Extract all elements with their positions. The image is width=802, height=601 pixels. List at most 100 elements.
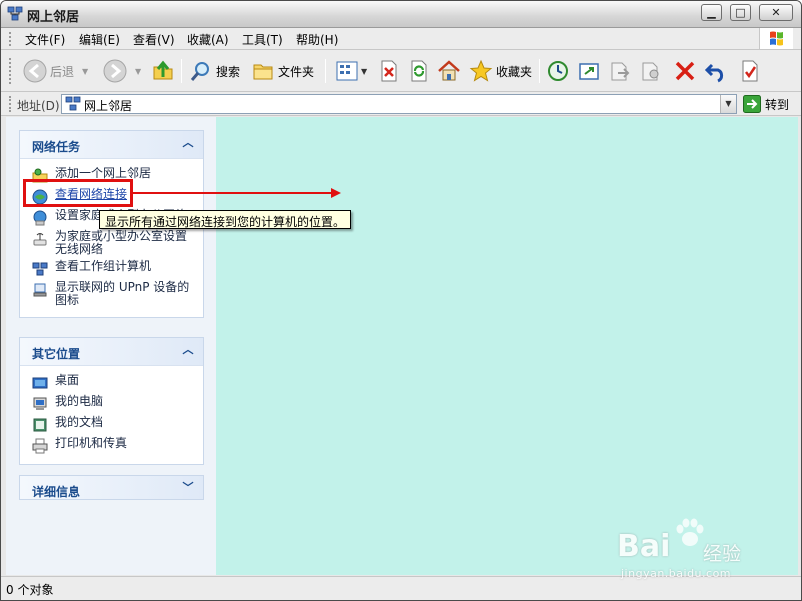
address-bar: 地址(D) 网上邻居 ▼ 转到	[1, 92, 801, 116]
toolbar: 后退 ▼ ▼ 搜索 文件夹 ▼ 收藏夹	[1, 50, 801, 92]
maximize-button[interactable]: □	[730, 4, 751, 21]
check-button[interactable]	[738, 57, 762, 85]
address-grip[interactable]	[9, 96, 12, 112]
place-label: 桌面	[55, 373, 80, 387]
address-label: 地址(D)	[17, 99, 60, 113]
close-icon: ✕	[771, 6, 781, 19]
other-places-panel: 其它位置 ︿ 桌面 我的电脑 我的文档 打印机和传真	[19, 337, 204, 465]
task-setup-wireless-network[interactable]: 为家庭或小型办公室设置无线网络	[32, 230, 195, 256]
expand-chevron-icon[interactable]: ﹀	[181, 481, 195, 495]
menu-edit[interactable]: 编辑(E)	[79, 31, 120, 48]
delete-button[interactable]	[673, 57, 697, 85]
favorites-button[interactable]: 收藏夹	[469, 57, 532, 85]
back-button[interactable]: 后退 ▼	[23, 57, 88, 85]
place-printers-and-faxes[interactable]: 打印机和传真	[32, 437, 195, 454]
forward-button[interactable]: ▼	[103, 57, 141, 85]
address-input[interactable]: 网上邻居 ▼	[61, 94, 737, 114]
annotation-arrow-line	[133, 192, 333, 194]
place-label: 我的电脑	[55, 394, 104, 408]
copy-to-button[interactable]	[608, 57, 632, 85]
network-places-icon	[7, 6, 23, 21]
collapse-chevron-icon[interactable]: ︿	[181, 343, 195, 357]
refresh-icon	[411, 60, 427, 82]
home-button[interactable]	[437, 57, 461, 85]
menu-view[interactable]: 查看(V)	[133, 31, 175, 48]
go-arrow-icon	[743, 95, 761, 113]
delete-file-button[interactable]	[377, 57, 401, 85]
task-view-workgroup-computers[interactable]: 查看工作组计算机	[32, 260, 195, 277]
watermark-subtitle: 经验	[703, 543, 742, 565]
watermark-url: jingyan.baidu.com	[621, 567, 732, 580]
undo-icon	[704, 63, 724, 83]
other-places-list: 桌面 我的电脑 我的文档 打印机和传真	[20, 366, 203, 464]
task-label: 显示联网的 UPnP 设备的图标	[55, 280, 190, 307]
forward-dropdown-icon[interactable]: ▼	[135, 67, 141, 76]
move-to-icon	[579, 63, 599, 80]
menu-grip[interactable]	[9, 32, 12, 46]
paw-icon	[676, 518, 704, 546]
collapse-chevron-icon[interactable]: ︿	[181, 136, 195, 150]
task-show-upnp-devices[interactable]: 显示联网的 UPnP 设备的图标	[32, 281, 195, 307]
watermark: Bai 经验 jingyan.baidu.com	[613, 513, 783, 583]
chevron-down-icon: ▼	[725, 99, 732, 108]
folder-icon	[253, 64, 273, 80]
views-dropdown-icon[interactable]: ▼	[361, 67, 367, 76]
network-places-icon	[65, 96, 81, 111]
search-button[interactable]: 搜索	[189, 57, 240, 85]
history-button[interactable]	[546, 57, 570, 85]
menu-file[interactable]: 文件(F)	[25, 31, 65, 48]
network-tasks-header[interactable]: 网络任务 ︿	[20, 131, 203, 159]
other-places-title: 其它位置	[32, 347, 81, 361]
my-documents-icon	[33, 418, 47, 432]
back-dropdown-icon[interactable]: ▼	[82, 67, 88, 76]
annotation-arrow-head	[331, 188, 341, 198]
go-button[interactable]: 转到	[743, 94, 789, 114]
watermark-brand: Bai	[617, 529, 671, 564]
network-tasks-title: 网络任务	[32, 140, 81, 154]
my-computer-icon	[33, 397, 47, 410]
annotation-highlight-box	[23, 179, 133, 207]
upnp-device-icon	[33, 283, 47, 297]
history-clock-icon	[548, 61, 568, 81]
file-list-area[interactable]	[216, 117, 798, 575]
star-icon	[469, 59, 493, 82]
task-label: 为家庭或小型办公室设置无线网络	[55, 229, 188, 256]
menu-favorites[interactable]: 收藏(A)	[187, 31, 229, 48]
toolbar-separator	[325, 59, 326, 83]
workgroup-computers-icon	[32, 262, 48, 276]
menu-help[interactable]: 帮助(H)	[296, 31, 338, 48]
copy-to-icon	[611, 62, 630, 81]
toolbar-grip[interactable]	[9, 58, 12, 84]
toolbar-separator	[539, 59, 540, 83]
up-folder-button[interactable]	[151, 57, 175, 85]
back-arrow-icon	[23, 59, 47, 83]
place-my-documents[interactable]: 我的文档	[32, 416, 195, 433]
address-dropdown-button[interactable]: ▼	[720, 95, 736, 113]
other-places-header[interactable]: 其它位置 ︿	[20, 338, 203, 366]
details-header[interactable]: 详细信息 ﹀	[20, 476, 203, 499]
forward-arrow-icon	[103, 59, 127, 83]
minimize-icon: ▁	[707, 6, 716, 19]
windows-logo	[759, 28, 793, 49]
delete-x-icon	[675, 61, 695, 81]
move-to-button[interactable]	[577, 57, 601, 85]
windows-flag-icon	[770, 31, 783, 46]
explorer-window: 网上邻居 ▁ □ ✕ 文件(F) 编辑(E) 查看(V) 收藏(A) 工具(T)…	[0, 0, 802, 601]
address-value: 网上邻居	[84, 99, 133, 113]
toolbar-separator	[181, 59, 182, 83]
properties-button[interactable]	[639, 57, 663, 85]
place-desktop[interactable]: 桌面	[32, 374, 195, 391]
folders-label: 文件夹	[278, 64, 315, 79]
place-my-computer[interactable]: 我的电脑	[32, 395, 195, 412]
menu-tools[interactable]: 工具(T)	[242, 31, 283, 48]
undo-button[interactable]	[704, 57, 728, 85]
menu-bar: 文件(F) 编辑(E) 查看(V) 收藏(A) 工具(T) 帮助(H)	[1, 28, 801, 50]
views-button[interactable]: ▼	[335, 57, 367, 85]
back-label: 后退	[50, 64, 75, 79]
minimize-button[interactable]: ▁	[701, 4, 722, 21]
details-panel: 详细信息 ﹀	[19, 475, 204, 500]
refresh-button[interactable]	[407, 57, 431, 85]
close-button[interactable]: ✕	[759, 4, 793, 21]
search-icon	[190, 62, 209, 81]
folders-button[interactable]: 文件夹	[251, 57, 314, 85]
